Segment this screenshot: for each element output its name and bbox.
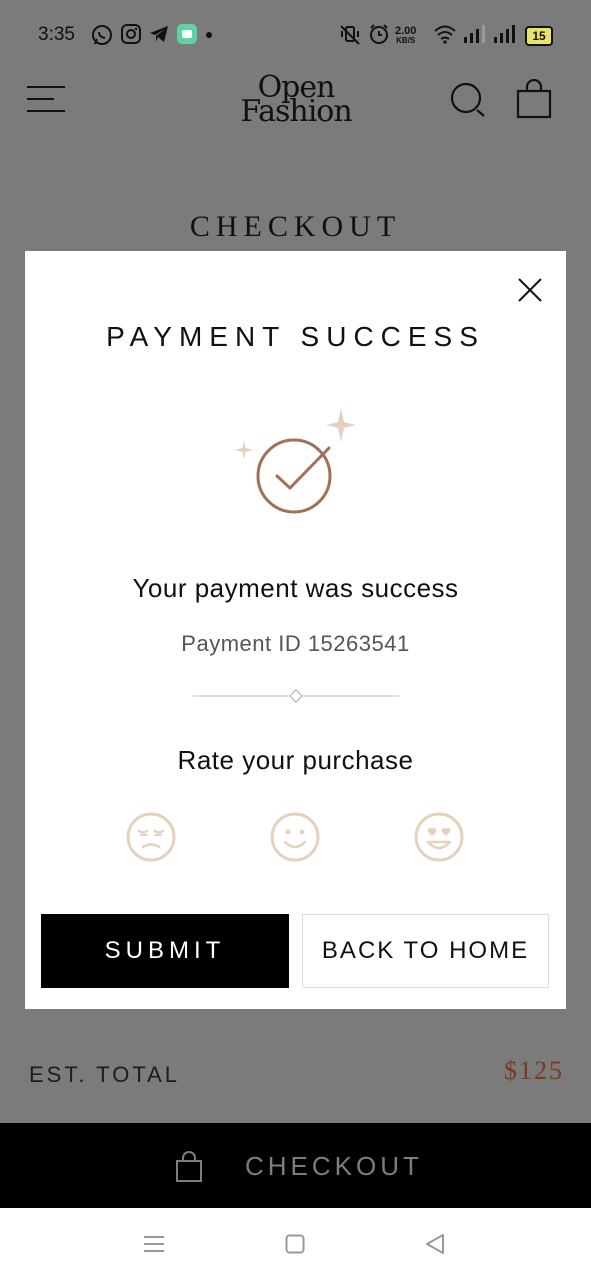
network-speed: 2.00 KB/S <box>395 25 417 46</box>
whatsapp-icon <box>92 25 112 45</box>
signal-2-icon <box>494 25 515 43</box>
unhappy-face-icon[interactable] <box>125 811 177 863</box>
menu-icon[interactable] <box>26 85 66 113</box>
home-square-icon[interactable] <box>285 1234 305 1254</box>
brand-logo[interactable]: Open Fashion <box>236 73 356 127</box>
app-notification-icon <box>177 24 197 44</box>
back-to-home-button[interactable]: BACK TO HOME <box>302 914 549 988</box>
payment-id: Payment ID 15263541 <box>181 631 410 656</box>
back-triangle-icon[interactable] <box>425 1233 445 1255</box>
shopping-bag-icon[interactable] <box>516 79 552 119</box>
system-nav-bar <box>0 1208 591 1280</box>
page-title: CHECKOUT <box>189 210 402 243</box>
success-message: Your payment was success <box>132 573 459 603</box>
sparkle-small-icon <box>235 440 253 460</box>
est-total-value: $125 <box>504 1056 564 1085</box>
checkout-bar-label: CHECKOUT <box>245 1151 423 1181</box>
checkout-bag-icon <box>176 1151 202 1182</box>
signal-1-icon <box>464 25 485 43</box>
close-icon[interactable] <box>515 275 545 305</box>
more-notifications-dot-icon <box>206 32 212 38</box>
alarm-icon <box>370 24 388 44</box>
telegram-icon <box>150 26 168 42</box>
modal-title: PAYMENT SUCCESS <box>106 321 485 352</box>
recents-menu-icon[interactable] <box>143 1235 165 1253</box>
instagram-icon <box>121 24 141 44</box>
status-bar: 3:35 2.00 KB/S 15 <box>0 0 591 72</box>
mute-vibrate-icon <box>340 25 360 45</box>
success-check-icon <box>235 408 356 514</box>
diamond-divider <box>193 689 399 703</box>
status-time: 3:35 <box>38 24 75 45</box>
love-face-icon[interactable] <box>413 811 465 863</box>
sparkle-large-icon <box>326 408 356 442</box>
happy-face-icon[interactable] <box>269 811 321 863</box>
rate-label: Rate your purchase <box>177 745 414 775</box>
search-icon[interactable] <box>449 81 487 119</box>
submit-button[interactable]: SUBMIT <box>41 914 289 988</box>
battery-level: 15 <box>532 29 546 43</box>
checkout-bar-button[interactable]: CHECKOUT <box>0 1123 591 1208</box>
payment-success-modal: PAYMENT SUCCESS Your payment was success… <box>25 251 566 1009</box>
est-total-label: EST. TOTAL <box>29 1062 181 1087</box>
wifi-icon <box>434 25 456 44</box>
battery-icon: 15 <box>525 26 553 46</box>
